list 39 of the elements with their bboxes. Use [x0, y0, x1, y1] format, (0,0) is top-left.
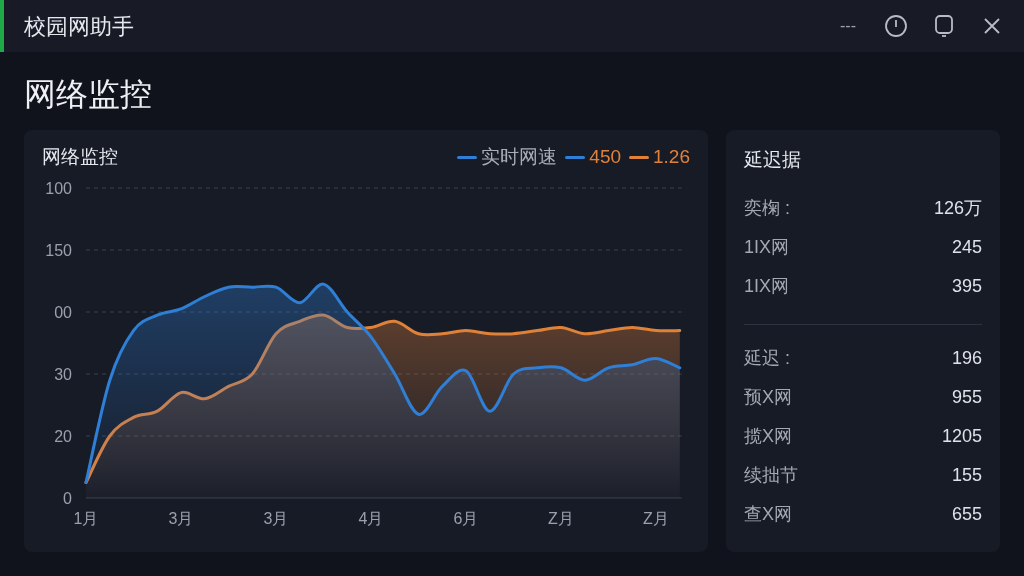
stat-value: 1205 — [941, 424, 982, 448]
stat-label: 揽X网 — [744, 424, 792, 448]
stat-label: 延迟 : — [744, 346, 790, 370]
y-tick-label: 0 — [63, 490, 72, 507]
legend-label: 450 — [589, 144, 621, 169]
stat-value: 245 — [951, 235, 982, 259]
stat-value: 196 — [951, 346, 982, 370]
stat-label: 查X网 — [744, 502, 792, 526]
y-tick-label: 30 — [54, 366, 72, 383]
minimize-button[interactable]: --- — [832, 14, 864, 38]
x-tick-label: Z月 — [548, 510, 574, 527]
stat-label: 预X网 — [744, 385, 792, 409]
x-tick-label: 4月 — [358, 510, 384, 527]
stats-title: 延迟据 — [744, 148, 802, 172]
y-tick-label: 00 — [54, 304, 72, 321]
stat-label: 1IX网 — [744, 235, 790, 259]
x-tick-label: 3月 — [263, 510, 289, 527]
stat-label: 1IX网 — [744, 274, 790, 298]
legend-label: 实时网速 — [481, 144, 558, 169]
rounded-square-icon — [934, 15, 954, 37]
stat-value: 395 — [951, 274, 982, 298]
legend-label: 1.26 — [653, 144, 690, 169]
chart-title: 网络监控 — [42, 144, 118, 169]
stat-value: 126万 — [933, 196, 982, 220]
stat-value: 155 — [951, 463, 982, 487]
y-tick-label: 150 — [45, 242, 72, 259]
x-tick-label: Z月 — [643, 510, 669, 527]
stat-value: 955 — [951, 385, 982, 409]
stat-label: 奕椈 : — [744, 196, 790, 220]
x-tick-label: 3月 — [168, 510, 194, 527]
stat-label: 续拙节 — [744, 463, 798, 487]
y-tick-label: 20 — [54, 428, 72, 445]
stat-value: 655 — [951, 502, 982, 526]
x-tick-label: 6月 — [453, 510, 479, 527]
y-tick-label: 100 — [45, 180, 72, 197]
x-tick-label: 1月 — [73, 510, 99, 527]
window-title: 校园网助手 — [24, 12, 134, 41]
page-title: 网络监控 — [24, 75, 153, 114]
close-icon — [983, 17, 1001, 35]
